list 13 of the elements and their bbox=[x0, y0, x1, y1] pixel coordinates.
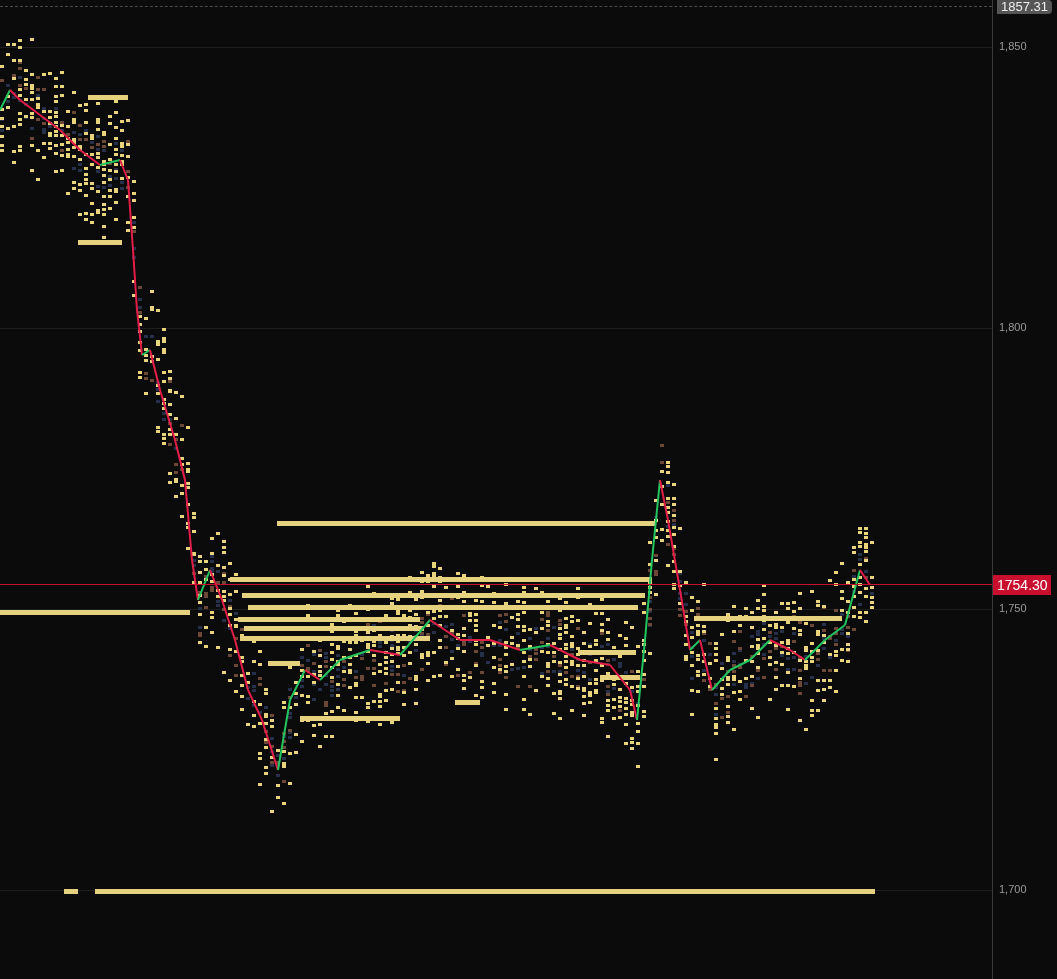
price-marker-label: 1857.31 bbox=[997, 0, 1052, 14]
axis-tick-label: 1,750 bbox=[999, 603, 1027, 614]
resting-order-bar bbox=[268, 661, 300, 666]
resting-order-bar bbox=[600, 675, 640, 680]
axis-tick-label: 1,850 bbox=[999, 41, 1027, 52]
resting-order-bar bbox=[64, 889, 78, 894]
resting-order-bar bbox=[455, 700, 480, 705]
resting-order-bar bbox=[578, 650, 636, 655]
last-price-label: 1754.30 bbox=[993, 575, 1051, 595]
resting-order-bar bbox=[88, 95, 128, 100]
axis-tick-label: 1,700 bbox=[999, 884, 1027, 895]
resting-order-bar bbox=[78, 240, 122, 245]
axis-tick-label: 1,800 bbox=[999, 322, 1027, 333]
